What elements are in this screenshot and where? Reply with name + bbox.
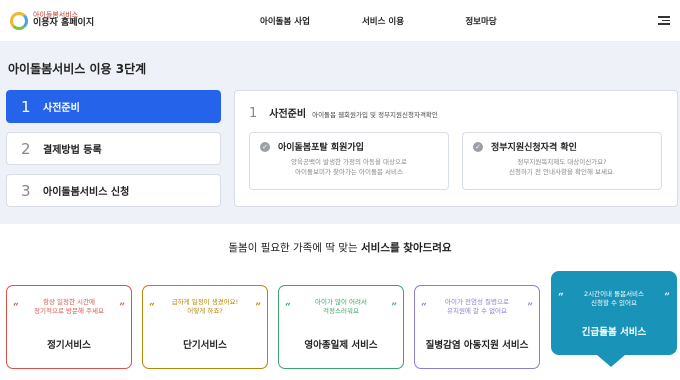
step-number: 1 [21,97,31,116]
open-quote-icon: “ [285,302,291,313]
card-description: 양육공백이 발생한 가정의 아동을 대상으로 아이돌보미가 찾아가는 아이돌봄 … [260,157,438,177]
close-quote-icon: ” [664,292,670,303]
service-name: 단기서비스 [183,340,227,351]
step-detail-panel: 1 사전준비 아이돌봄 웹회원가입 및 정부지원신청자격확인 ✓ 아이돌봄포탈 … [234,90,678,207]
service-quote: 급하게 일정이 생겼어요! 어떻게 하죠? [161,298,249,317]
site-logo[interactable]: 아이돌봄서비스 이용자 홈페이지 [10,11,200,30]
speech-tail [597,355,625,367]
service-quote-line: 아이가 전염성 질병으로 [445,298,509,306]
close-quote-icon: ” [527,302,533,313]
logo-title: 이용자 홈페이지 [33,18,95,29]
service-illness-support[interactable]: “ ” 아이가 전염성 질병으로 유치원에 갈 수 없어요 질병감염 아동지원 … [414,285,540,369]
card-description: 정부지원복지제도 대상이신가요? 신청하기 전 안내사항을 확인해 보세요. [473,157,651,177]
card-title: 아이돌봄포탈 회원가입 [278,143,364,153]
step-label: 사전준비 [43,103,80,114]
open-quote-icon: “ [13,302,19,313]
card-title: 정부지원신청자격 확인 [491,143,577,153]
service-infant-fullday[interactable]: “ ” 아이가 많이 어려서 걱정스러워요 영아종일제 서비스 [278,285,404,369]
step-label: 결제방법 등록 [43,145,102,156]
service-quote: 2시간이내 돌봄서비스 신청할 수 있어요 [570,290,658,309]
nav-item-service-use[interactable]: 서비스 이용 [334,15,432,27]
step-1-prepare[interactable]: 1 사전준비 [6,90,221,123]
service-short-term[interactable]: “ ” 급하게 일정이 생겼어요! 어떻게 하죠? 단기서비스 [142,285,268,369]
open-quote-icon: “ [421,302,427,313]
panel-step-number: 1 [249,106,258,121]
logo-mark-icon [10,11,28,30]
service-quote-line: 아이가 많이 어려서 [315,298,367,306]
close-quote-icon: ” [119,302,125,313]
service-quote-line: 정기적으로 방문해 주세요 [34,307,104,316]
headline-emphasis: 서비스를 찾아드려요 [361,242,452,254]
eligibility-card[interactable]: ✓ 정부지원신청자격 확인 정부지원복지제도 대상이신가요? 신청하기 전 안내… [462,132,662,190]
card-description-line: 정부지원복지제도 대상이신가요? [517,158,607,166]
service-quote-line: 유치원에 갈 수 없어요 [446,307,508,316]
nav-item-info[interactable]: 정보마당 [432,15,530,27]
check-circle-icon: ✓ [473,142,483,152]
step-3-apply[interactable]: 3 아이돌봄서비스 신청 [6,174,221,207]
menu-icon[interactable] [658,16,670,25]
open-quote-icon: “ [558,292,564,303]
site-header: 아이돌봄서비스 이용자 홈페이지 아이돌봄 사업 서비스 이용 정보마당 [0,0,680,42]
service-regular[interactable]: “ ” 항상 일정한 시간에 정기적으로 방문해 주세요 정기서비스 [6,285,132,369]
nav-item-childcare-program[interactable]: 아이돌봄 사업 [236,15,334,27]
panel-description: 아이돌봄 웹회원가입 및 정부지원신청자격확인 [312,111,438,119]
service-quote-line: 급하게 일정이 생겼어요! [171,298,239,306]
service-quote-line: 항상 일정한 시간에 [43,298,95,306]
card-description-line: 아이돌보미가 찾아가는 아이돌봄 서비스 [295,168,403,177]
service-quote-line: 신청할 수 있어요 [591,299,637,308]
services-headline: 돌봄이 필요한 가족에 딱 맞는 서비스를 찾아드려요 [0,240,680,255]
step-number: 2 [21,139,31,158]
service-name: 정기서비스 [47,340,91,351]
step-number: 3 [21,181,31,200]
open-quote-icon: “ [149,302,155,313]
signup-card[interactable]: ✓ 아이돌봄포탈 회원가입 양육공백이 발생한 가정의 아동을 대상으로 아이돌… [249,132,449,190]
headline-text: 돌봄이 필요한 가족에 딱 맞는 [228,242,361,254]
service-name: 영아종일제 서비스 [304,340,378,351]
card-description-line: 양육공백이 발생한 가정의 아동을 대상으로 [291,158,407,166]
main-nav: 아이돌봄 사업 서비스 이용 정보마당 [236,15,530,27]
page-title: 아이돌봄서비스 이용 3단계 [8,62,147,76]
service-quote: 아이가 전염성 질병으로 유치원에 갈 수 없어요 [433,298,521,317]
close-quote-icon: ” [255,302,261,313]
service-quote-line: 어떻게 하죠? [187,307,223,316]
service-quote-line: 걱정스러워요 [323,307,359,316]
check-circle-icon: ✓ [260,142,270,152]
card-description-line: 신청하기 전 안내사항을 확인해 보세요. [508,168,615,177]
service-name: 긴급돌봄 서비스 [581,327,647,338]
service-emergency[interactable]: “ ” 2시간이내 돌봄서비스 신청할 수 있어요 긴급돌봄 서비스 [551,271,677,355]
step-2-payment[interactable]: 2 결제방법 등록 [6,132,221,165]
close-quote-icon: ” [391,302,397,313]
service-quote: 항상 일정한 시간에 정기적으로 방문해 주세요 [25,298,113,317]
panel-title: 사전준비 [269,109,307,120]
step-label: 아이돌봄서비스 신청 [43,187,130,198]
service-quote: 아이가 많이 어려서 걱정스러워요 [297,298,385,317]
service-name: 질병감염 아동지원 서비스 [425,340,529,351]
service-quote-line: 2시간이내 돌봄서비스 [583,290,645,298]
